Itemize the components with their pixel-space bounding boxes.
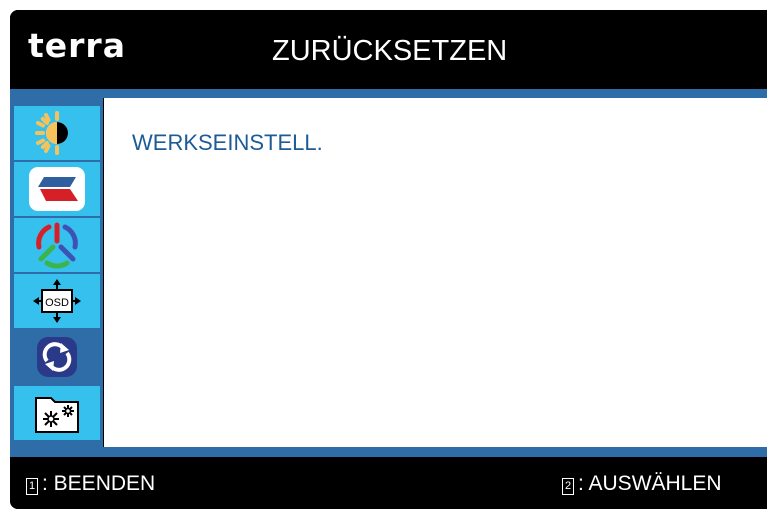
footer-divider <box>10 447 767 457</box>
key-1-icon: 1 <box>26 478 38 495</box>
content-panel: WERKSEINSTELL. <box>104 98 767 447</box>
sidebar-item-image[interactable] <box>14 162 100 216</box>
osd-menu: terra ZURÜCKSETZEN OSD WERKSEINSTELL. 1 … <box>10 10 767 509</box>
select-label: : AUSWÄHLEN <box>578 472 722 495</box>
footer: 1: BEENDEN 2: AUSWÄHLEN <box>10 457 767 509</box>
key-2-icon: 2 <box>562 478 574 495</box>
color-icon <box>36 222 78 269</box>
exit-hint[interactable]: 1: BEENDEN <box>26 472 155 496</box>
image-position-icon <box>29 167 85 211</box>
exit-label: : BEENDEN <box>42 472 156 495</box>
extra-settings-icon <box>35 397 79 433</box>
svg-text:OSD: OSD <box>45 297 69 309</box>
header: terra ZURÜCKSETZEN <box>10 10 767 89</box>
select-hint[interactable]: 2: AUSWÄHLEN <box>562 472 722 496</box>
sidebar-item-reset[interactable] <box>14 330 100 384</box>
reset-icon <box>37 337 77 377</box>
page-title: ZURÜCKSETZEN <box>272 35 508 67</box>
brand-logo: terra <box>28 26 126 65</box>
header-divider <box>10 89 767 98</box>
sidebar-item-brightness[interactable] <box>14 106 100 160</box>
factory-reset-item[interactable]: WERKSEINSTELL. <box>132 130 323 156</box>
sidebar-item-color[interactable] <box>14 218 100 272</box>
sidebar-item-extra[interactable] <box>14 386 100 440</box>
brightness-contrast-icon <box>35 111 68 155</box>
sidebar: OSD <box>10 98 103 447</box>
osd-settings-icon: OSD <box>33 279 81 323</box>
sidebar-item-osd[interactable]: OSD <box>14 274 100 328</box>
